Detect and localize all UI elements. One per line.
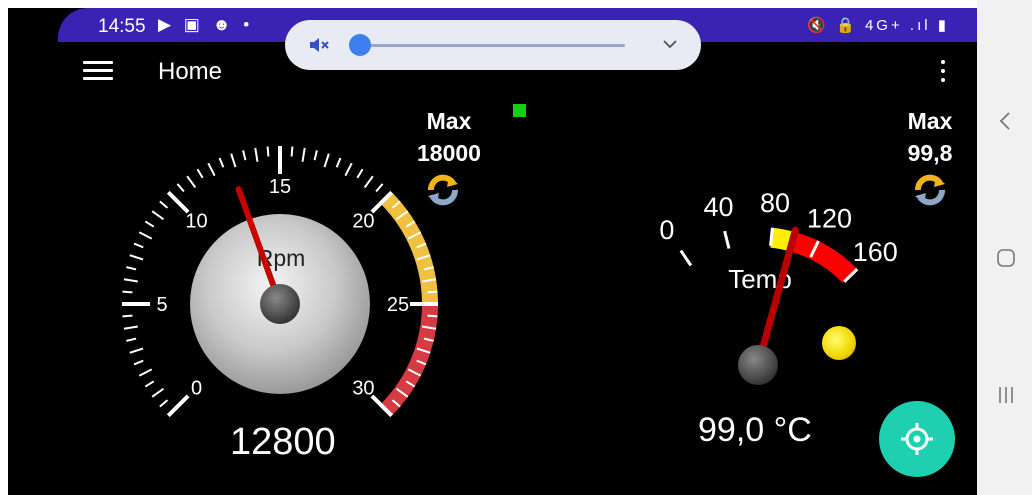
temp-tick-label: 160 <box>853 237 898 267</box>
temp-tick-label: 0 <box>659 215 674 245</box>
recent-apps-icon[interactable] <box>995 384 1017 406</box>
temp-tick-labels: 0 40 80 120160 <box>659 188 897 267</box>
temp-tick <box>723 230 731 249</box>
app-screen: 14:55 ▶ ▣ ☻ • 🔇 🔒 4G+ .ıl ▮ Home Max 180… <box>8 8 977 495</box>
temp-needle-hub <box>738 345 778 385</box>
temp-gauge: 040 80120160 Temp <box>659 188 898 385</box>
system-navigation-bar <box>977 0 1032 495</box>
locate-fab-button[interactable] <box>879 401 955 477</box>
rpm-readout: 12800 <box>230 421 336 463</box>
temp-tick <box>769 227 774 246</box>
temp-tick-label: 80 <box>760 188 790 218</box>
temp-red-zone <box>790 232 858 284</box>
temp-tick-label: 120 <box>807 203 852 233</box>
warning-indicator-light <box>822 326 856 360</box>
crosshair-icon <box>901 423 933 455</box>
temp-needle <box>754 226 799 369</box>
temp-tick-label: 40 <box>704 192 734 222</box>
temp-readout: 99,0 °C <box>698 411 812 449</box>
back-icon[interactable] <box>995 110 1017 132</box>
temp-tick <box>679 249 693 267</box>
home-icon[interactable] <box>995 247 1017 269</box>
